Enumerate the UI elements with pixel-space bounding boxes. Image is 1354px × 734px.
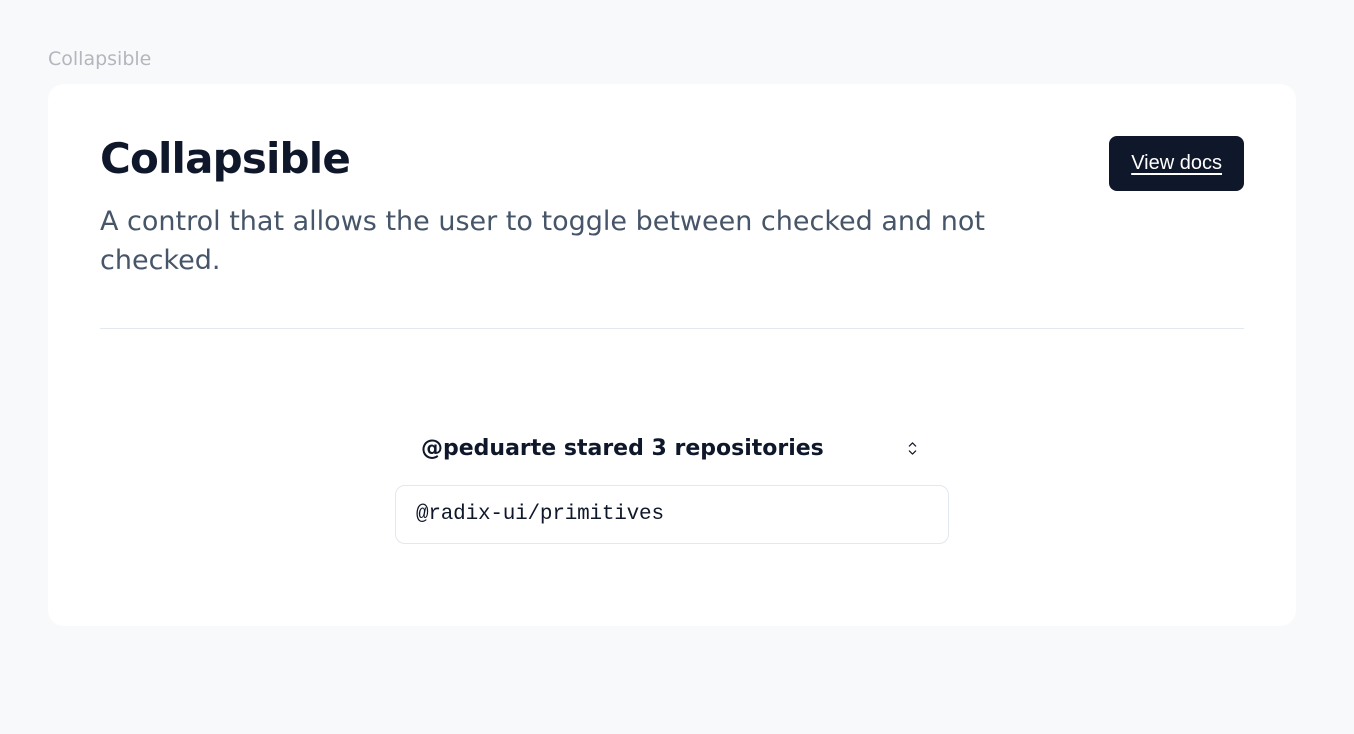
demo-area: @peduarte stared 3 repositories @radix-u… bbox=[100, 329, 1244, 574]
header-text: Collapsible A control that allows the us… bbox=[100, 136, 1020, 280]
page-title: Collapsible bbox=[100, 136, 1020, 182]
collapsible-root: @peduarte stared 3 repositories @radix-u… bbox=[395, 434, 949, 544]
section-label: Collapsible bbox=[48, 48, 1306, 70]
page-description: A control that allows the user to toggle… bbox=[100, 202, 1020, 280]
header-row: Collapsible A control that allows the us… bbox=[100, 136, 1244, 280]
component-card: Collapsible A control that allows the us… bbox=[48, 84, 1296, 626]
repo-item: @radix-ui/primitives bbox=[395, 485, 949, 544]
collapsible-label: @peduarte stared 3 repositories bbox=[421, 436, 824, 461]
view-docs-button[interactable]: View docs bbox=[1109, 136, 1244, 191]
caret-sort-icon bbox=[902, 438, 923, 459]
collapsible-toggle-button[interactable] bbox=[898, 434, 927, 463]
collapsible-header: @peduarte stared 3 repositories bbox=[395, 434, 949, 463]
